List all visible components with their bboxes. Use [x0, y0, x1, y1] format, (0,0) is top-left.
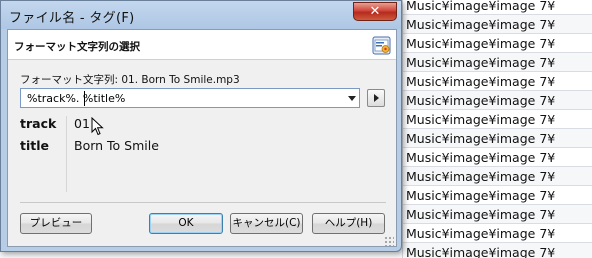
button-divider: [20, 202, 386, 203]
column-separator: [402, 224, 403, 243]
dialog-client-area: フォーマット文字列の選択 フォーマット文字列: 01. Born To Smil…: [7, 29, 397, 247]
column-separator: [402, 186, 403, 205]
dialog-title: ファイル名 - タグ(F): [9, 11, 135, 26]
format-string-combobox[interactable]: %track%. %title%: [20, 88, 360, 108]
column-separator: [402, 0, 403, 15]
background-path-cell: Music¥image¥image 7¥: [406, 112, 556, 127]
background-path-cell: Music¥image¥image 7¥: [406, 131, 556, 146]
insert-field-button[interactable]: [367, 89, 385, 107]
background-path-cell: Music¥image¥image 7¥: [406, 74, 556, 89]
chevron-down-icon[interactable]: [348, 96, 356, 101]
column-separator: [402, 15, 403, 34]
help-button[interactable]: ヘルプ(H): [312, 213, 385, 234]
background-path-cell: Music¥image¥image 7¥: [406, 150, 556, 165]
background-path-cell: Music¥image¥image 7¥: [406, 17, 556, 32]
close-button[interactable]: ✕: [353, 2, 397, 21]
background-path-cell: Music¥image¥image 7¥: [406, 188, 556, 203]
background-path-cell: Music¥image¥image 7¥: [406, 245, 556, 258]
resize-grip[interactable]: [384, 236, 394, 246]
text-caret: [84, 91, 85, 106]
background-path-cell: Music¥image¥image 7¥: [406, 93, 556, 108]
filename-tag-dialog: ファイル名 - タグ(F) ✕ フォーマット文字列の選択 フォーマット文字列: …: [0, 0, 402, 252]
close-icon: ✕: [369, 4, 381, 19]
column-separator: [402, 167, 403, 186]
background-path-cell: Music¥image¥image 7¥: [406, 36, 556, 51]
preview-value-track: 01: [74, 116, 90, 131]
preview-value-title: Born To Smile: [74, 138, 159, 153]
cancel-button[interactable]: キャンセル(C): [230, 213, 303, 234]
play-arrow-icon: [374, 94, 379, 102]
format-string-value[interactable]: %track%. %title%: [27, 92, 125, 105]
preview-key-title: title: [20, 138, 49, 153]
dialog-header: フォーマット文字列の選択: [8, 30, 396, 60]
dialog-titlebar[interactable]: ファイル名 - タグ(F) ✕: [1, 1, 401, 29]
column-separator: [402, 91, 403, 110]
background-path-cell: Music¥image¥image 7¥: [406, 226, 556, 241]
column-separator: [402, 129, 403, 148]
column-separator: [402, 72, 403, 91]
preview-separator: [66, 116, 67, 192]
header-title: フォーマット文字列の選択: [14, 41, 140, 53]
column-separator: [402, 110, 403, 129]
preview-key-track: track: [20, 116, 57, 131]
background-path-cell: Music¥image¥image 7¥: [406, 0, 556, 13]
preview-results: track 01 title Born To Smile: [20, 116, 390, 202]
background-path-cell: Music¥image¥image 7¥: [406, 169, 556, 184]
column-separator: [402, 205, 403, 224]
column-separator: [402, 53, 403, 72]
column-separator: [402, 148, 403, 167]
mouse-cursor-icon: [91, 117, 104, 136]
column-separator: [402, 34, 403, 53]
background-path-cell: Music¥image¥image 7¥: [406, 207, 556, 222]
format-string-label: フォーマット文字列: 01. Born To Smile.mp3: [20, 74, 240, 86]
background-path-cell: Music¥image¥image 7¥: [406, 55, 556, 70]
preview-button[interactable]: プレビュー: [20, 213, 92, 234]
format-settings-icon[interactable]: [372, 36, 391, 55]
ok-button[interactable]: OK: [149, 213, 223, 234]
column-separator: [402, 243, 403, 258]
